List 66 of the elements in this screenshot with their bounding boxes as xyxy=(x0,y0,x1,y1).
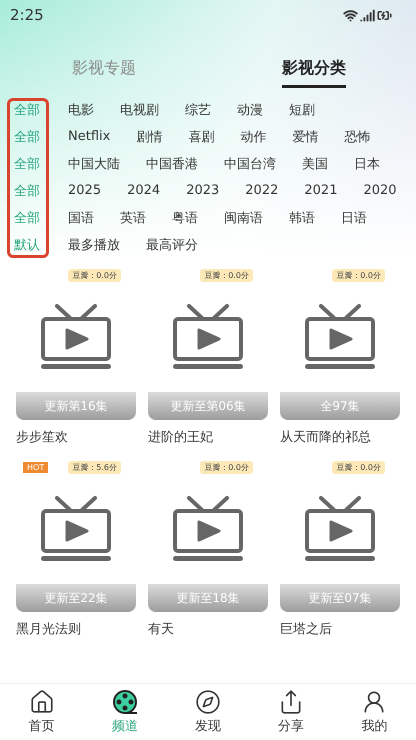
filter-option[interactable]: 2022 xyxy=(245,183,278,198)
tv-play-icon xyxy=(303,494,377,564)
tv-play-icon xyxy=(39,302,113,372)
video-title[interactable]: 黑月光法则 xyxy=(16,620,136,638)
filter-option[interactable]: 2020 xyxy=(363,183,397,198)
category-tab[interactable]: 影视分类 xyxy=(282,58,346,88)
nav-tab[interactable]: 首页 xyxy=(0,684,84,740)
home-icon xyxy=(28,689,55,715)
filter-option[interactable]: 2024 xyxy=(127,183,160,198)
score-badge: 豆瓣：0.0分 xyxy=(332,268,385,282)
filter-option[interactable]: 短剧 xyxy=(289,100,315,118)
episode-bar: 更新至18集 xyxy=(148,584,268,612)
filter-option[interactable]: 英语 xyxy=(120,208,146,226)
filter-option[interactable]: 粤语 xyxy=(172,208,198,226)
score-badge: 豆瓣：0.0分 xyxy=(332,460,385,474)
hot-badge: HOT xyxy=(23,462,48,472)
tv-play-icon xyxy=(171,494,245,564)
episode-bar: 更新至第06集 xyxy=(148,392,268,420)
score-badge: 豆瓣：0.0分 xyxy=(68,268,121,282)
episode-bar: 更新至07集 xyxy=(280,584,400,612)
filter-option[interactable]: 最多播放 xyxy=(68,236,120,254)
filter-option[interactable]: 韩语 xyxy=(289,208,315,226)
video-title[interactable]: 从天而降的祁总 xyxy=(280,428,400,446)
filter-option[interactable]: 国语 xyxy=(68,208,94,226)
video-title[interactable]: 巨塔之后 xyxy=(280,620,400,638)
status-time: 2:25 xyxy=(10,6,44,24)
filter-option[interactable]: 2021 xyxy=(304,183,338,198)
video-title[interactable]: 步步笙欢 xyxy=(16,428,136,446)
tv-play-icon xyxy=(303,302,377,372)
filter-option[interactable]: 日本 xyxy=(354,154,380,172)
nav-tab[interactable]: 我的 xyxy=(332,684,416,740)
filter-option[interactable]: 动作 xyxy=(240,128,266,146)
nav-tab[interactable]: 发现 xyxy=(166,684,250,740)
filter-option[interactable]: 2023 xyxy=(186,183,220,198)
nav-tab[interactable]: 分享 xyxy=(250,684,333,740)
score-badge: 豆瓣：0.0分 xyxy=(200,460,253,474)
filter-option[interactable]: 综艺 xyxy=(185,100,211,118)
film-reel-icon xyxy=(112,689,138,715)
signal-icon xyxy=(360,8,375,22)
filter-option[interactable]: 动漫 xyxy=(237,100,263,118)
compass-icon xyxy=(195,689,221,715)
filter-option[interactable]: 中国香港 xyxy=(146,154,198,172)
filter-option[interactable]: 剧情 xyxy=(136,128,162,146)
video-title[interactable]: 进阶的王妃 xyxy=(148,428,268,446)
filter-option[interactable]: 电视剧 xyxy=(120,100,159,118)
filter-option[interactable]: 最高评分 xyxy=(146,236,198,254)
filter-option[interactable]: 2025 xyxy=(68,183,102,198)
filter-option[interactable]: 美国 xyxy=(302,154,328,172)
tv-play-icon xyxy=(39,494,113,564)
wifi-icon xyxy=(343,8,358,22)
episode-bar: 更新第16集 xyxy=(16,392,136,420)
tv-play-icon xyxy=(171,302,245,372)
filter-option[interactable]: 恐怖 xyxy=(344,128,370,146)
filter-option[interactable]: 日语 xyxy=(341,208,367,226)
episode-bar: 更新至22集 xyxy=(16,584,136,612)
episode-bar: 全97集 xyxy=(280,392,400,420)
filter-option[interactable]: 喜剧 xyxy=(188,128,214,146)
filter-option[interactable]: 闽南语 xyxy=(224,208,263,226)
score-badge: 豆瓣：0.0分 xyxy=(200,268,253,282)
filter-option[interactable]: 中国台湾 xyxy=(224,154,276,172)
filter-option[interactable]: 中国大陆 xyxy=(68,154,120,172)
filter-option[interactable]: Netflix xyxy=(68,129,110,144)
score-badge: 豆瓣：5.6分 xyxy=(68,460,121,474)
filter-option[interactable]: 爱情 xyxy=(292,128,318,146)
filter-option[interactable]: 电影 xyxy=(68,100,94,118)
video-title[interactable]: 有天 xyxy=(148,620,268,638)
